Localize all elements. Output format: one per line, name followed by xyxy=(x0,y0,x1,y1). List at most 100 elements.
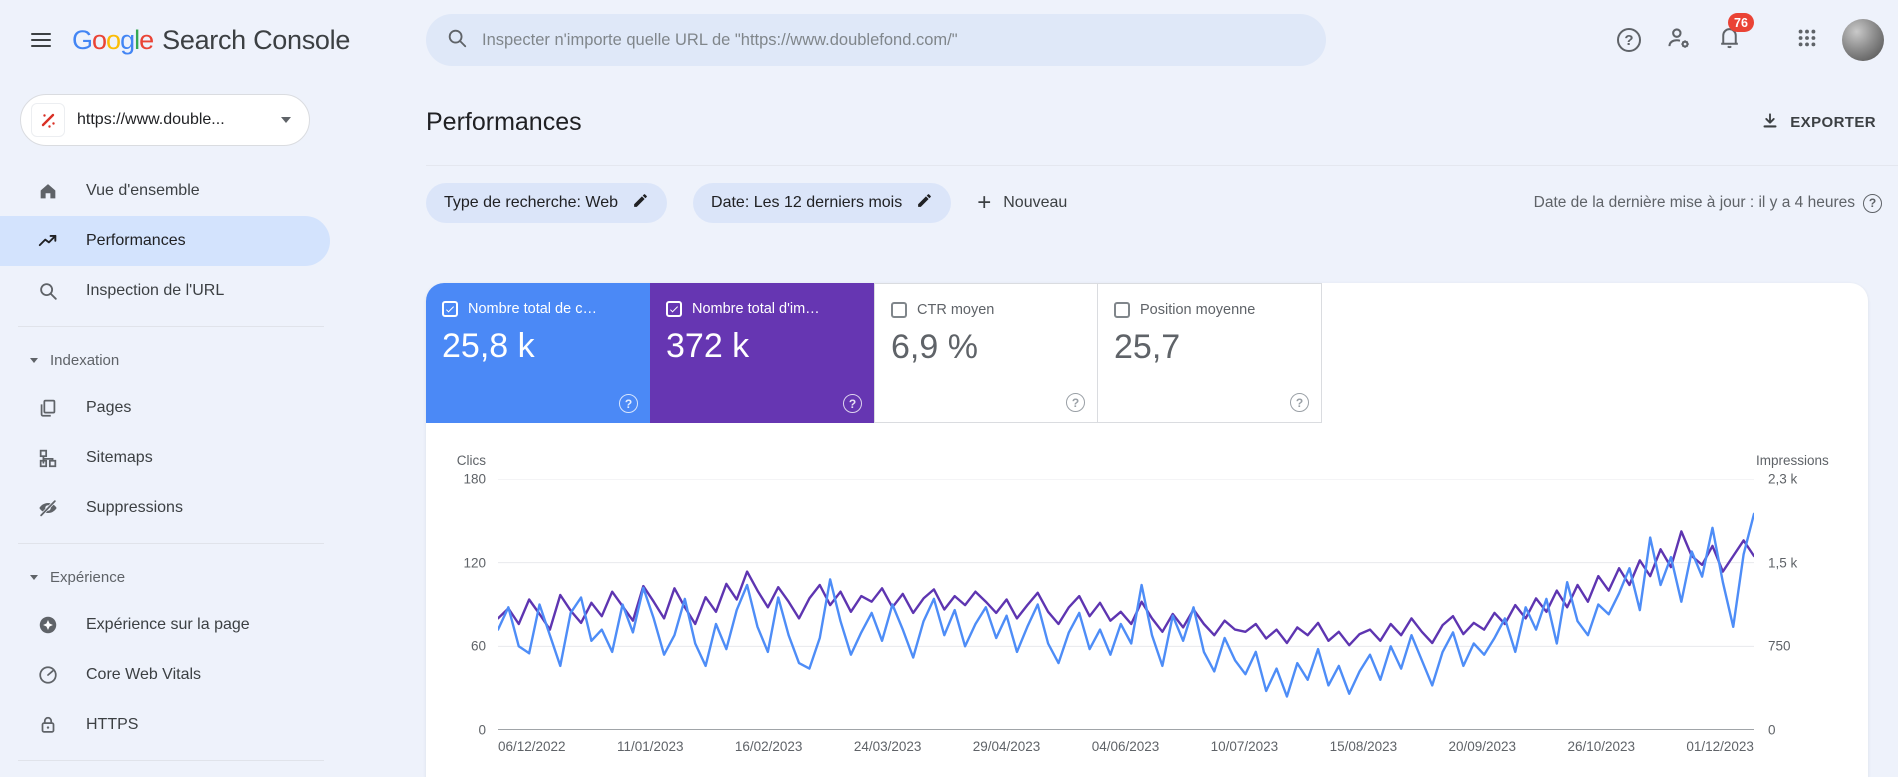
y-tick-right: 0 xyxy=(1768,722,1776,738)
last-update-info: Date de la dernière mise à jour : il y a… xyxy=(1533,193,1882,213)
apps-grid-icon xyxy=(1796,27,1818,54)
x-axis-label: 29/04/2023 xyxy=(972,739,1041,754)
sidebar-item-removals[interactable]: Suppressions xyxy=(0,483,330,533)
search-type-filter-chip[interactable]: Type de recherche: Web xyxy=(426,183,668,223)
help-button[interactable]: ? xyxy=(1608,19,1650,61)
sidebar-item-label: Expérience sur la page xyxy=(86,616,250,633)
hamburger-icon xyxy=(31,29,51,52)
x-axis-dates: 06/12/2022 11/01/2023 16/02/2023 24/03/2023… xyxy=(498,739,1754,754)
url-prefix-property-icon xyxy=(31,103,65,137)
help-icon[interactable]: ? xyxy=(1290,393,1309,412)
help-icon[interactable]: ? xyxy=(619,394,638,413)
y-tick-left: 60 xyxy=(470,638,486,654)
x-axis-label: 04/06/2023 xyxy=(1091,739,1160,754)
performance-chart: Clics 180 120 60 0 Impressions 2,3 k 1,5 k 75… xyxy=(426,423,1868,754)
checkbox-unchecked-icon[interactable] xyxy=(891,302,907,318)
user-settings-button[interactable] xyxy=(1658,19,1700,61)
sidebar-section-label: Expérience xyxy=(50,568,126,586)
main-content: Performances EXPORTER Type de recherche:… xyxy=(330,80,1898,777)
chart-plot-area xyxy=(498,479,1754,730)
metric-value: 25,8 k xyxy=(442,327,535,365)
sidebar-item-performances[interactable]: Performances xyxy=(0,216,330,266)
help-icon[interactable]: ? xyxy=(1066,393,1085,412)
help-icon[interactable]: ? xyxy=(1863,193,1882,213)
total-impressions-tile[interactable]: Nombre total d'im… 372 k ? xyxy=(650,283,874,423)
y-tick-right: 2,3 k xyxy=(1768,471,1798,487)
search-icon xyxy=(36,279,60,303)
logo-letter: o xyxy=(92,24,107,55)
help-icon[interactable]: ? xyxy=(843,394,862,413)
export-label: EXPORTER xyxy=(1790,114,1876,131)
edit-pencil-icon xyxy=(916,192,933,214)
metric-label: CTR moyen xyxy=(917,302,995,318)
logo-letter: g xyxy=(120,24,135,55)
sidebar-item-label: Pages xyxy=(86,399,132,416)
sidebar-divider xyxy=(18,543,324,544)
sidebar-item-pages[interactable]: Pages xyxy=(0,383,330,433)
x-axis-label: 01/12/2023 xyxy=(1686,739,1754,754)
average-ctr-tile[interactable]: CTR moyen 6,9 % ? xyxy=(874,283,1098,423)
sidebar-item-label: Vue d'ensemble xyxy=(86,182,200,199)
last-update-text: Date de la dernière mise à jour : il y a… xyxy=(1533,194,1855,211)
sitemap-icon xyxy=(36,446,60,470)
user-gear-icon xyxy=(1666,25,1692,56)
x-axis-label: 11/01/2023 xyxy=(616,739,684,754)
edit-pencil-icon xyxy=(632,192,649,214)
date-filter-chip[interactable]: Date: Les 12 derniers mois xyxy=(693,183,952,223)
chevron-down-icon xyxy=(30,574,38,580)
y-tick-right: 750 xyxy=(1768,638,1791,654)
sidebar-item-url-inspection[interactable]: Inspection de l'URL xyxy=(0,266,330,316)
x-axis-label: 15/08/2023 xyxy=(1329,739,1398,754)
checkbox-checked-icon[interactable] xyxy=(666,301,682,317)
sidebar-item-label: Performances xyxy=(86,232,186,249)
sidebar-item-page-experience[interactable]: Expérience sur la page xyxy=(0,600,330,650)
logo-letter: e xyxy=(139,24,154,55)
header-actions: ? 76 xyxy=(1608,13,1884,61)
metric-value: 25,7 xyxy=(1114,328,1181,366)
url-inspection-searchbar[interactable] xyxy=(426,14,1326,66)
y-axis-clicks: Clics 180 120 60 0 xyxy=(442,453,498,738)
x-axis-label: 06/12/2022 xyxy=(498,739,566,754)
y-tick-left: 0 xyxy=(478,722,486,738)
export-button[interactable]: EXPORTER xyxy=(1760,111,1876,135)
new-filter-button[interactable]: + Nouveau xyxy=(977,191,1067,215)
pages-icon xyxy=(36,396,60,420)
y-axis-impressions: Impressions 2,3 k 1,5 k 750 0 xyxy=(1754,453,1842,738)
sidebar: https://www.double... Vue d'ensemble Per… xyxy=(0,80,330,777)
property-selector[interactable]: https://www.double... xyxy=(20,94,310,146)
chevron-down-icon xyxy=(30,357,38,363)
sidebar-item-sitemaps[interactable]: Sitemaps xyxy=(0,433,330,483)
sidebar-section-label: Indexation xyxy=(50,351,120,369)
average-position-tile[interactable]: Position moyenne 25,7 ? xyxy=(1098,283,1322,423)
sidebar-item-label: Core Web Vitals xyxy=(86,666,202,683)
sidebar-item-overview[interactable]: Vue d'ensemble xyxy=(0,166,330,216)
sidebar-section-indexation[interactable]: Indexation xyxy=(0,337,330,383)
google-search-console-app: Google Search Console ? xyxy=(0,0,1898,777)
total-clicks-tile[interactable]: Nombre total de c… 25,8 k ? xyxy=(426,283,650,423)
checkbox-unchecked-icon[interactable] xyxy=(1114,302,1130,318)
account-avatar[interactable] xyxy=(1842,19,1884,61)
filter-bar: Type de recherche: Web Date: Les 12 dern… xyxy=(426,183,1898,223)
google-wordmark: Google xyxy=(72,24,154,56)
x-axis-label: 16/02/2023 xyxy=(734,739,803,754)
x-axis-label: 26/10/2023 xyxy=(1567,739,1636,754)
google-logo[interactable]: Google Search Console xyxy=(72,25,350,56)
menu-button[interactable] xyxy=(20,19,62,61)
line-chart-svg xyxy=(498,479,1754,730)
chevron-down-icon xyxy=(281,117,291,123)
app-title: Search Console xyxy=(162,24,351,55)
url-inspection-input[interactable] xyxy=(482,30,1306,50)
notification-badge: 76 xyxy=(1728,13,1754,32)
sidebar-section-experience[interactable]: Expérience xyxy=(0,554,330,600)
sidebar-item-core-web-vitals[interactable]: Core Web Vitals xyxy=(0,650,330,700)
y-tick-left: 120 xyxy=(463,555,486,571)
checkbox-checked-icon[interactable] xyxy=(442,301,458,317)
sidebar-item-label: Inspection de l'URL xyxy=(86,282,225,299)
page-title: Performances xyxy=(426,108,582,136)
notifications-button[interactable]: 76 xyxy=(1708,13,1754,61)
y-tick-left: 180 xyxy=(463,471,486,487)
performance-icon xyxy=(36,229,60,253)
google-apps-button[interactable] xyxy=(1786,19,1828,61)
sidebar-item-https[interactable]: HTTPS xyxy=(0,700,330,750)
y-tick-right: 1,5 k xyxy=(1768,555,1798,571)
